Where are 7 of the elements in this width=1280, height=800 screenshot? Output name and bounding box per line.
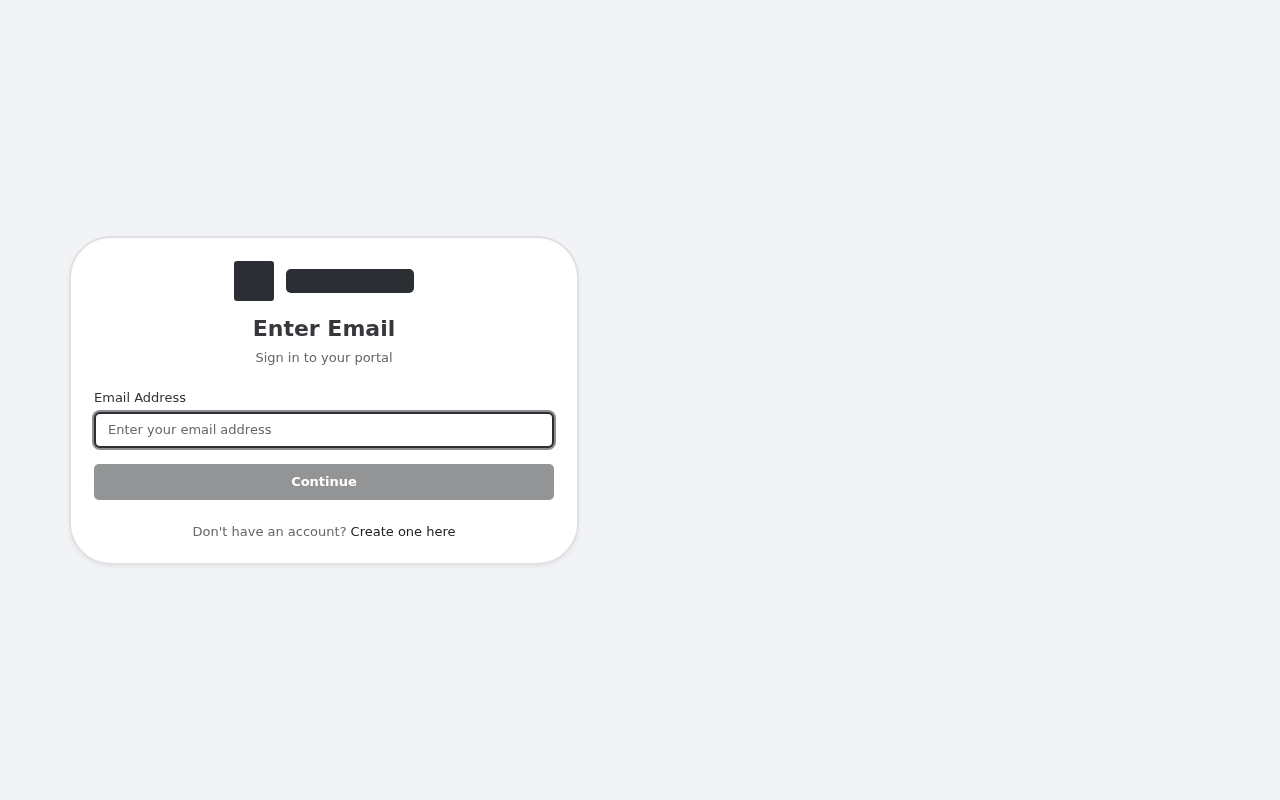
email-field[interactable]: Enter your email address: [94, 411, 554, 448]
field-label: Email Address: [94, 388, 186, 407]
subtitle: Sign in to your portal: [254, 348, 394, 367]
create-account-link[interactable]: Create one here: [350, 523, 456, 539]
title: Enter Email: [251, 314, 397, 343]
footer-text: Don't have an account?: [192, 523, 347, 539]
logo-icon: [234, 260, 274, 301]
